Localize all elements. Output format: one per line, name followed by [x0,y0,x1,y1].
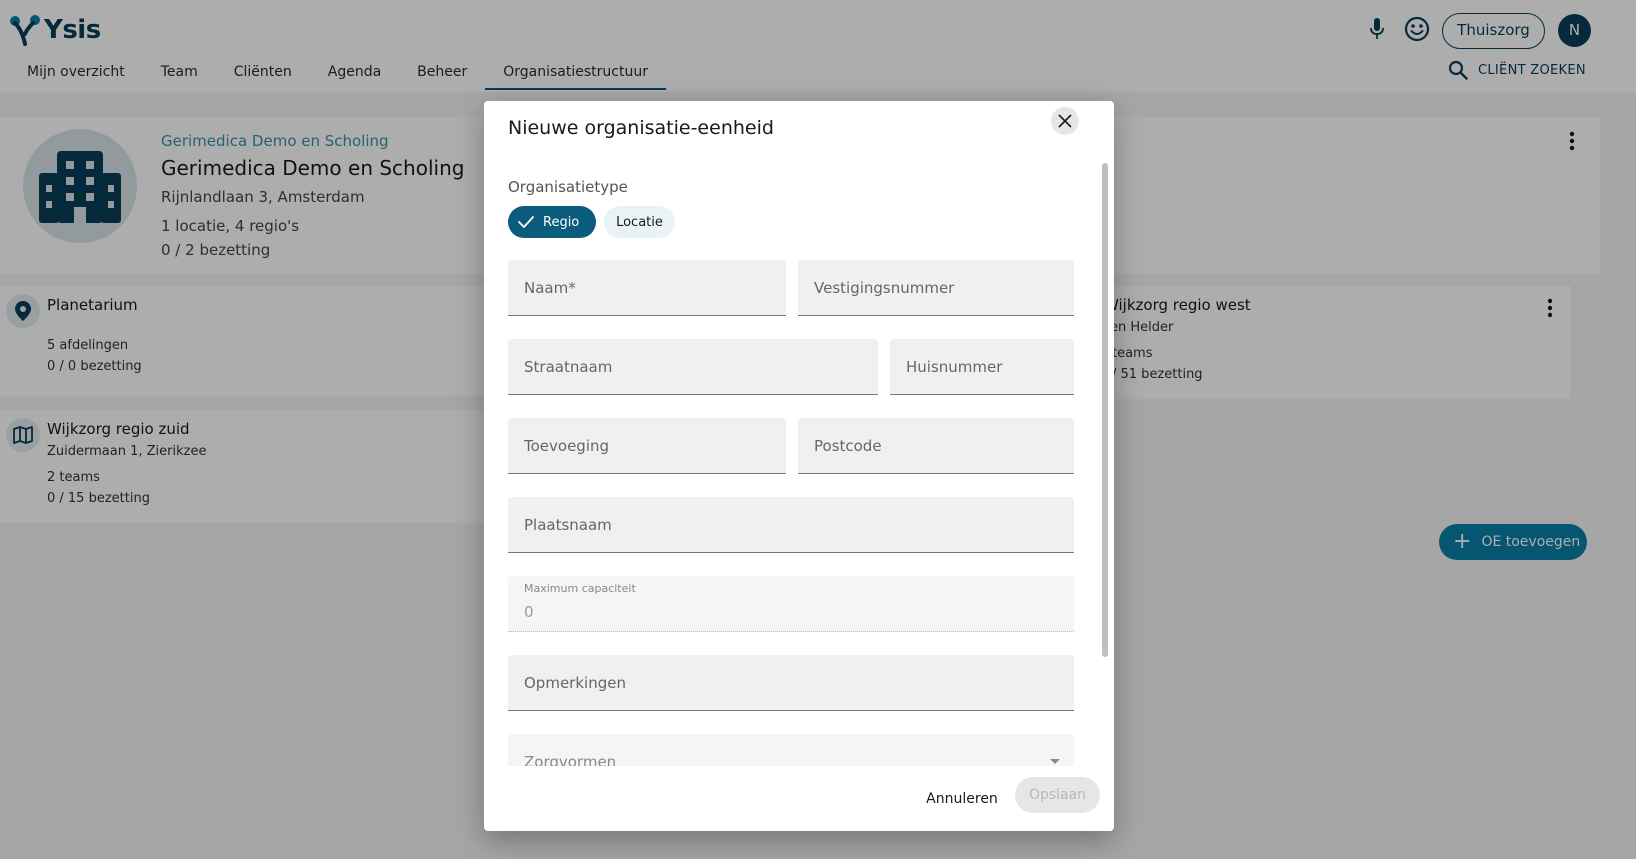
naam-field[interactable]: Naam* [508,260,786,316]
straatnaam-field[interactable]: Straatnaam [508,339,878,395]
postcode-field[interactable]: Postcode [798,418,1074,474]
organization-type-label: Organisatietype [508,178,628,196]
chevron-down-icon [1050,759,1060,764]
close-button[interactable] [1051,107,1079,135]
vestigingsnummer-label: Vestigingsnummer [814,279,955,297]
huisnummer-field[interactable]: Huisnummer [890,339,1074,395]
opmerkingen-field[interactable]: Opmerkingen [508,655,1074,711]
max-capacity-label: Maximum capaciteit [524,582,636,595]
max-capacity-field: Maximum capaciteit 0 [508,576,1074,632]
zorgvormen-select[interactable]: Zorgvormen [508,734,1074,766]
straatnaam-label: Straatnaam [524,358,613,376]
naam-label: Naam* [524,279,576,297]
zorgvormen-label: Zorgvormen [524,753,617,766]
chip-locatie-label: Locatie [616,214,663,230]
new-unit-dialog: Nieuwe organisatie-eenheid Organisatiety… [484,101,1114,831]
plaatsnaam-label: Plaatsnaam [524,516,612,534]
chip-regio-label: Regio [543,214,580,230]
dialog-title: Nieuwe organisatie-eenheid [508,117,774,139]
chip-regio[interactable]: Regio [508,206,596,238]
check-icon [518,216,534,228]
cancel-button[interactable]: Annuleren [916,784,1008,814]
postcode-label: Postcode [814,437,882,455]
toevoeging-field[interactable]: Toevoeging [508,418,786,474]
huisnummer-label: Huisnummer [906,358,1003,376]
close-icon [1058,114,1072,128]
dialog-form: Organisatietype Regio Locatie Naam* Vest… [484,156,1084,766]
toevoeging-label: Toevoeging [524,437,610,455]
chip-locatie[interactable]: Locatie [604,206,675,238]
scrollbar-thumb[interactable] [1102,163,1108,657]
save-button[interactable]: Opslaan [1015,777,1100,813]
opmerkingen-label: Opmerkingen [524,674,626,692]
max-capacity-value: 0 [524,603,534,621]
plaatsnaam-field[interactable]: Plaatsnaam [508,497,1074,553]
vestigingsnummer-field[interactable]: Vestigingsnummer [798,260,1074,316]
dialog-actions: Annuleren Opslaan [484,766,1114,831]
